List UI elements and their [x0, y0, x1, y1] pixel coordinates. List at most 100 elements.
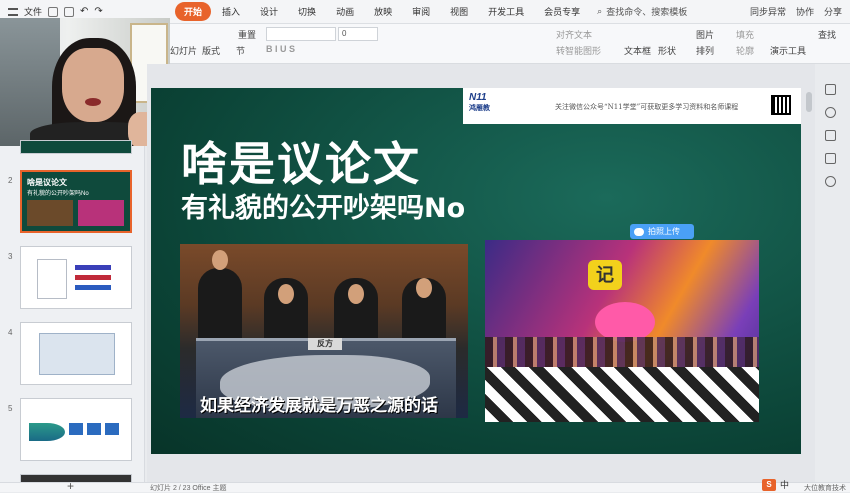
thumbnail-bar: [75, 275, 111, 280]
section-button[interactable]: 节: [236, 44, 245, 57]
thumbnail-subtitle: 有礼貌的公开吵架吗No: [27, 191, 89, 197]
debater-figure: [198, 268, 242, 348]
file-menu[interactable]: 文件: [24, 5, 42, 18]
ime-logo-icon: S: [762, 478, 776, 491]
thumbnail-slide-2[interactable]: 啥是议论文 有礼貌的公开吵架吗No: [20, 170, 132, 233]
thumbnail-number: 4: [8, 328, 13, 337]
video-caption: 如果经济发展就是万恶之源的话: [200, 396, 438, 415]
show-logo: 记: [588, 260, 622, 290]
status-bar: + 幻灯片 2 / 23 Office 主题 大位教育技术: [0, 479, 850, 493]
align-text-button[interactable]: 对齐文本: [556, 28, 592, 41]
thumbnail-slide-3[interactable]: [20, 246, 132, 309]
print-icon[interactable]: [64, 6, 75, 17]
thumbnail-graphic: [29, 423, 65, 441]
tab-animation[interactable]: 动画: [327, 2, 363, 21]
arrange-button[interactable]: 排列: [696, 44, 714, 57]
search-icon: ⌕: [597, 6, 603, 16]
ribbon-tabs: 开始 插入 设计 切换 动画 放映 审阅 视图 开发工具 会员专享: [175, 2, 589, 21]
tab-view[interactable]: 视图: [441, 2, 477, 21]
picture-button[interactable]: 图片: [696, 28, 714, 41]
tab-transition[interactable]: 切换: [289, 2, 325, 21]
thumbnail-number: 3: [8, 252, 13, 261]
thumbnail-number: 5: [8, 404, 13, 413]
tab-home[interactable]: 开始: [175, 2, 212, 21]
checkered-floor: [485, 367, 759, 422]
layout-button[interactable]: 版式: [202, 44, 220, 57]
slide-banner: N11 鸿雁教 关注微信公众号“N11学堂”可获取更多学习资料和名师课程: [463, 88, 801, 124]
cloud-icon: [634, 227, 644, 236]
thumbnail-slide-4[interactable]: [20, 322, 132, 385]
thumbnail-bar: [75, 285, 111, 290]
thumbnail-box: [87, 423, 101, 435]
settings-icon[interactable]: [824, 84, 836, 95]
slide-subtitle[interactable]: 有礼貌的公开吵架吗No: [181, 186, 465, 225]
brand-logo: N11 鸿雁教: [469, 92, 509, 118]
fill-button[interactable]: 填充: [736, 28, 754, 41]
right-side-toolbar: [818, 84, 842, 187]
webcam-overlay: [0, 18, 170, 146]
tab-review[interactable]: 审阅: [403, 2, 439, 21]
font-size-field[interactable]: 0: [338, 27, 378, 41]
shape-button[interactable]: 形状: [658, 44, 676, 57]
share-button[interactable]: 分享: [824, 5, 842, 18]
tab-member[interactable]: 会员专享: [535, 2, 589, 21]
presenter-tools-button[interactable]: 演示工具: [770, 44, 806, 57]
font-name-field[interactable]: [266, 27, 336, 41]
debater-face: [416, 278, 432, 298]
redo-icon[interactable]: ↷: [94, 6, 102, 17]
textbox-button[interactable]: 文本框: [624, 44, 651, 57]
save-icon[interactable]: [48, 6, 59, 17]
debater-face: [212, 250, 228, 270]
tab-insert[interactable]: 插入: [213, 2, 249, 21]
convert-smartart-button[interactable]: 转智能图形: [556, 44, 601, 57]
ime-language[interactable]: 中: [780, 478, 789, 491]
debate-plate: 反方: [308, 338, 342, 350]
help-icon[interactable]: [824, 176, 836, 187]
pin-icon[interactable]: [824, 130, 836, 141]
qr-code-icon: [771, 95, 791, 115]
shape-icon[interactable]: [824, 107, 836, 118]
thumbnail-slide-5[interactable]: [20, 398, 132, 461]
tab-slideshow[interactable]: 放映: [365, 2, 401, 21]
photo-upload-button[interactable]: 拍照上传: [630, 224, 694, 239]
find-button[interactable]: 查找: [818, 28, 836, 41]
logo-mark: N11: [469, 92, 487, 103]
menubar-actions: 同步异常 协作 分享: [750, 5, 850, 18]
command-search[interactable]: ⌕ 查找命令、搜索模板: [597, 5, 687, 18]
thumbnail-table: [39, 333, 115, 375]
thumbnail-diagram: [37, 259, 67, 299]
search-placeholder: 查找命令、搜索模板: [606, 7, 688, 17]
photo-upload-label: 拍照上传: [648, 227, 680, 236]
ime-toolbar[interactable]: S 中: [762, 478, 789, 491]
add-slide-icon[interactable]: +: [67, 479, 74, 493]
talk-show-photo[interactable]: 记: [485, 240, 759, 422]
sync-status-button[interactable]: 同步异常: [750, 5, 786, 18]
slide-title[interactable]: 啥是议论文: [181, 128, 421, 194]
undo-icon[interactable]: ↶: [80, 6, 88, 17]
heart-decoration: [595, 302, 655, 342]
debater-face: [348, 284, 364, 304]
thumbnail-image: [78, 200, 124, 226]
copy-icon[interactable]: [824, 153, 836, 164]
collaborate-button[interactable]: 协作: [796, 5, 814, 18]
thumbnail-slide-1[interactable]: [20, 140, 132, 154]
reset-button[interactable]: 重置: [238, 28, 256, 41]
thumbnail-number: 2: [8, 176, 13, 185]
quick-access: 文件 ↶ ↷: [0, 5, 175, 18]
outline-button[interactable]: 轮廓: [736, 44, 754, 57]
banner-note: 关注微信公众号“N11学堂”可获取更多学习资料和名师课程: [555, 103, 739, 111]
thumbnail-box: [105, 423, 119, 435]
debate-photo[interactable]: 反方 如果经济发展就是万恶之源的话: [180, 244, 468, 418]
tab-developer[interactable]: 开发工具: [479, 2, 533, 21]
menu-icon[interactable]: [8, 7, 18, 16]
new-slide-button[interactable]: 幻灯片: [170, 44, 197, 57]
vertical-scrollbar[interactable]: [806, 92, 812, 112]
presenter-face: [62, 48, 124, 122]
current-slide[interactable]: N11 鸿雁教 关注微信公众号“N11学堂”可获取更多学习资料和名师课程 啥是议…: [151, 88, 801, 454]
bold-icon[interactable]: B I U S: [266, 44, 295, 54]
thumbnail-box: [69, 423, 83, 435]
logo-name: 鸿雁教: [469, 105, 490, 112]
tab-design[interactable]: 设计: [251, 2, 287, 21]
slide-thumbnail-panel[interactable]: 2 啥是议论文 有礼貌的公开吵架吗No 3 4 5: [0, 140, 145, 484]
thumbnail-bar: [75, 265, 111, 270]
